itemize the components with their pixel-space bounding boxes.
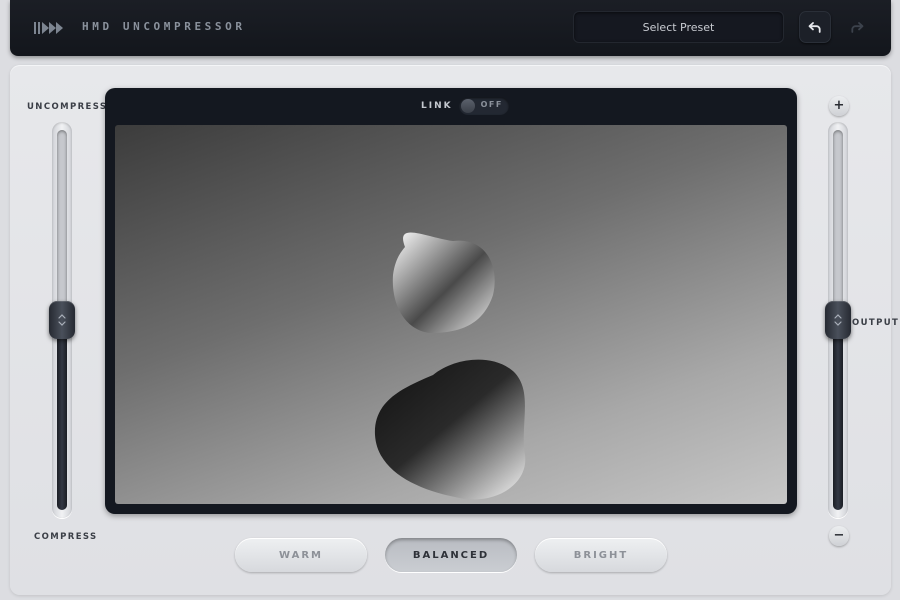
- visualizer-screen: [115, 125, 787, 504]
- preset-label: Select Preset: [642, 20, 715, 34]
- undo-icon: [808, 22, 821, 33]
- mode-bright-label: BRIGHT: [573, 549, 629, 561]
- mode-balanced-button[interactable]: BALANCED: [385, 538, 517, 572]
- output-slider-fill: [833, 320, 843, 510]
- mode-bright-button[interactable]: BRIGHT: [535, 538, 667, 572]
- redo-button[interactable]: [841, 11, 873, 43]
- uncompress-label: UNCOMPRESS: [27, 102, 108, 112]
- output-increase-button[interactable]: +: [829, 96, 849, 116]
- link-toggle[interactable]: OFF: [458, 97, 509, 115]
- preset-selector[interactable]: Select Preset: [573, 11, 784, 43]
- header-bar: HMD UNCOMPRESSOR Select Preset: [10, 0, 891, 56]
- mode-warm-label: WARM: [279, 549, 323, 561]
- up-down-chevron-icon: [58, 314, 66, 326]
- output-label: OUTPUT: [852, 318, 900, 328]
- mode-balanced-label: BALANCED: [412, 549, 490, 561]
- compress-label: COMPRESS: [34, 532, 98, 542]
- undo-button[interactable]: [799, 11, 831, 43]
- app-title: HMD UNCOMPRESSOR: [82, 20, 246, 33]
- lower-blob: [374, 359, 526, 500]
- link-label: LINK: [421, 101, 453, 111]
- compress-slider-fill: [57, 320, 67, 510]
- link-control: LINK OFF: [421, 97, 509, 115]
- up-down-chevron-icon: [834, 314, 842, 326]
- mode-warm-button[interactable]: WARM: [235, 538, 367, 572]
- visualizer-display: LINK OFF: [105, 88, 797, 514]
- upper-blob: [392, 232, 495, 333]
- visualizer-graphic: [374, 232, 526, 500]
- output-slider[interactable]: [825, 122, 851, 518]
- compress-slider-thumb[interactable]: [49, 301, 75, 339]
- link-state: OFF: [480, 100, 503, 109]
- main-panel: UNCOMPRESS COMPRESS LINK OFF + OUTPUT − …: [10, 65, 898, 595]
- logo-icon: [34, 22, 63, 34]
- link-toggle-knob: [460, 99, 475, 113]
- compress-slider[interactable]: [49, 122, 75, 518]
- redo-icon: [851, 22, 864, 33]
- output-slider-thumb[interactable]: [825, 301, 851, 339]
- output-decrease-button[interactable]: −: [829, 526, 849, 546]
